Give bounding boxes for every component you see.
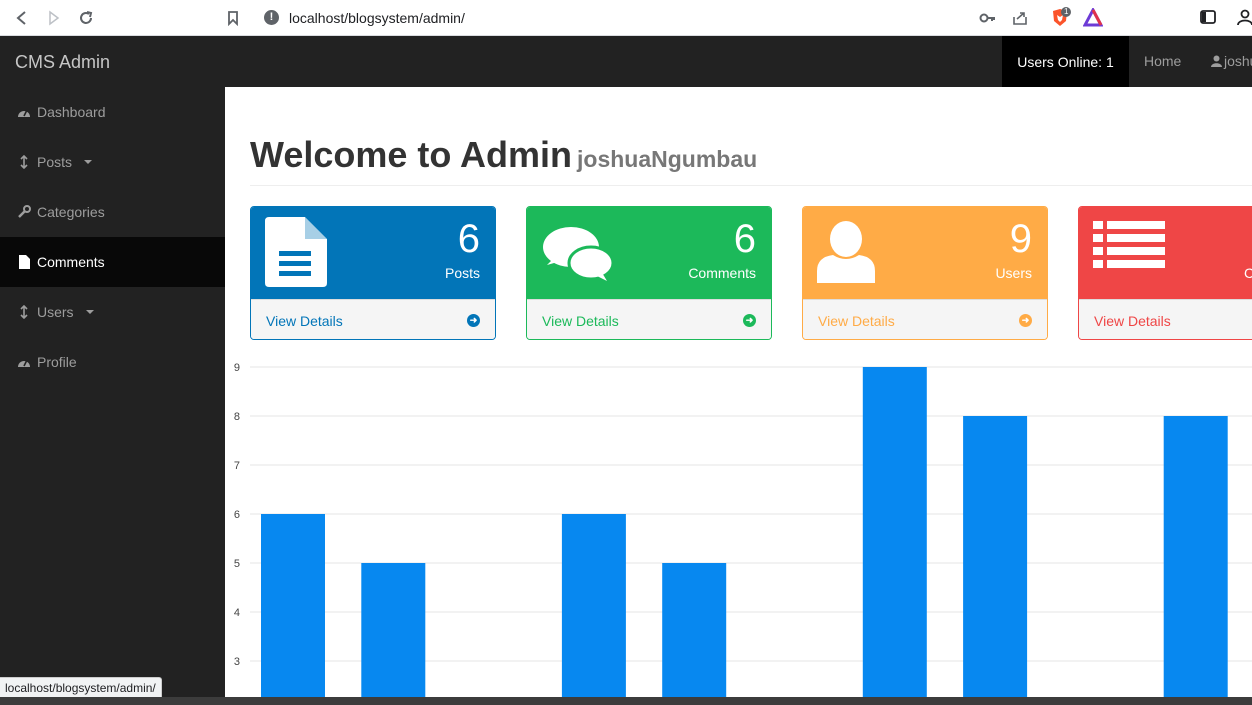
sidebar-item-label: Posts [37, 154, 73, 170]
caret-down-icon [85, 310, 94, 314]
panel-label: Comments [688, 265, 756, 281]
wrench-icon [17, 205, 31, 219]
panel-count: 6 [733, 217, 756, 261]
page-title: Welcome to Admin joshuaNgumbau [250, 134, 757, 176]
home-link[interactable]: Home [1144, 53, 1181, 69]
view-details-text: View Details [818, 312, 895, 329]
panel-count: 6 [457, 217, 480, 261]
panel-heading: Ca [1079, 207, 1252, 299]
sidebar-item-posts[interactable]: Posts [0, 137, 225, 187]
sidebar-item-label: Profile [37, 354, 77, 370]
posts-panel: 6 Posts View Details ➜ [250, 206, 496, 340]
user-icon [1211, 55, 1222, 67]
reload-icon[interactable] [74, 6, 98, 30]
url-text: localhost/blogsystem/admin/ [289, 10, 465, 26]
comments-icon [541, 225, 615, 290]
chart-bar[interactable] [662, 563, 727, 705]
profile-icon[interactable] [1236, 8, 1252, 28]
share-icon[interactable] [1011, 9, 1029, 32]
y-tick-label: 4 [234, 607, 240, 619]
y-tick-label: 7 [234, 460, 240, 472]
brave-rewards-icon[interactable] [1082, 6, 1104, 28]
y-tick-label: 5 [234, 558, 240, 570]
sidebar-item-label: Categories [37, 204, 105, 220]
view-details-link[interactable]: View Details ➜ [251, 299, 495, 339]
file-text-icon [265, 217, 327, 292]
brave-shield-icon[interactable]: 1 [1050, 7, 1072, 28]
chart-bar[interactable] [361, 563, 426, 705]
view-details-link[interactable]: View Details ➜ [527, 299, 771, 339]
view-details-text: View Details [1094, 312, 1171, 329]
panel-label: Ca [1244, 265, 1252, 281]
bookmark-icon[interactable] [221, 6, 245, 30]
y-tick-label: 3 [234, 656, 240, 668]
status-url-bubble: localhost/blogsystem/admin/ [0, 677, 162, 698]
view-details-link[interactable]: View Details [1079, 299, 1252, 339]
view-details-text: View Details [266, 312, 343, 329]
sidebar-item-dashboard[interactable]: Dashboard [0, 87, 225, 137]
browser-toolbar: ! localhost/blogsystem/admin/ 1 [0, 0, 1252, 36]
panel-label: Users [995, 265, 1032, 281]
y-tick-label: 9 [234, 362, 240, 374]
categories-panel: Ca View Details [1078, 206, 1252, 340]
arrow-circle-right-icon: ➜ [467, 314, 480, 327]
arrows-v-icon [17, 305, 31, 319]
sidebar-item-users[interactable]: Users [0, 287, 225, 337]
users-online-indicator: Users Online: 1 [1002, 36, 1129, 87]
chart-bar[interactable] [561, 514, 626, 705]
arrow-circle-right-icon: ➜ [743, 314, 756, 327]
chart-bar[interactable] [862, 367, 927, 705]
title-divider [250, 185, 1252, 186]
top-navbar: CMS Admin Users Online: 1 Home joshu [0, 36, 1252, 87]
y-tick-label: 8 [234, 411, 240, 423]
page-subtitle: joshuaNgumbau [577, 146, 758, 172]
caret-down-icon [84, 160, 93, 164]
sidebar: Dashboard Posts Categories Comments User… [0, 87, 225, 705]
comments-panel: 6 Comments View Details ➜ [526, 206, 772, 340]
forward-icon[interactable] [42, 6, 66, 30]
address-bar[interactable]: ! localhost/blogsystem/admin/ [254, 4, 1110, 32]
chart-bar[interactable] [261, 514, 325, 705]
sidebar-item-categories[interactable]: Categories [0, 187, 225, 237]
panel-label: Posts [444, 265, 480, 281]
page-title-text: Welcome to Admin [250, 134, 573, 175]
sidebar-item-label: Users [37, 304, 74, 320]
y-tick-label: 6 [234, 509, 240, 521]
chart-bar[interactable] [1163, 416, 1228, 705]
panel-heading: 9 Users [803, 207, 1047, 299]
site-info-icon[interactable]: ! [264, 10, 279, 25]
view-details-text: View Details [542, 312, 619, 329]
user-name: joshu [1224, 53, 1252, 69]
arrow-circle-right-icon: ➜ [1019, 314, 1032, 327]
panel-count: 9 [1009, 217, 1032, 261]
user-dropdown[interactable]: joshu [1211, 53, 1252, 69]
sidebar-item-label: Dashboard [37, 104, 106, 120]
arrows-v-icon [17, 155, 31, 169]
taskbar-strip [0, 697, 1252, 705]
sidebar-item-profile[interactable]: Profile [0, 337, 225, 387]
user-icon [817, 221, 875, 288]
file-icon [17, 255, 31, 269]
brand-link[interactable]: CMS Admin [15, 52, 110, 73]
chart-bar[interactable] [963, 416, 1028, 705]
sidebar-item-label: Comments [37, 254, 105, 270]
view-details-link[interactable]: View Details ➜ [803, 299, 1047, 339]
main-content: Welcome to Admin joshuaNgumbau 6 Posts Vi… [225, 87, 1252, 705]
dashboard-icon [17, 106, 31, 118]
key-icon[interactable] [979, 10, 997, 31]
list-icon [1093, 217, 1165, 278]
sidebar-item-comments[interactable]: Comments [0, 237, 225, 287]
back-icon[interactable] [10, 6, 34, 30]
panel-heading: 6 Posts [251, 207, 495, 299]
dashboard-icon [17, 356, 31, 368]
panel-heading: 6 Comments [527, 207, 771, 299]
sidebar-panel-icon[interactable] [1199, 8, 1219, 28]
users-panel: 9 Users View Details ➜ [802, 206, 1048, 340]
bar-chart: 9 8 7 6 5 4 3 [234, 362, 1252, 705]
